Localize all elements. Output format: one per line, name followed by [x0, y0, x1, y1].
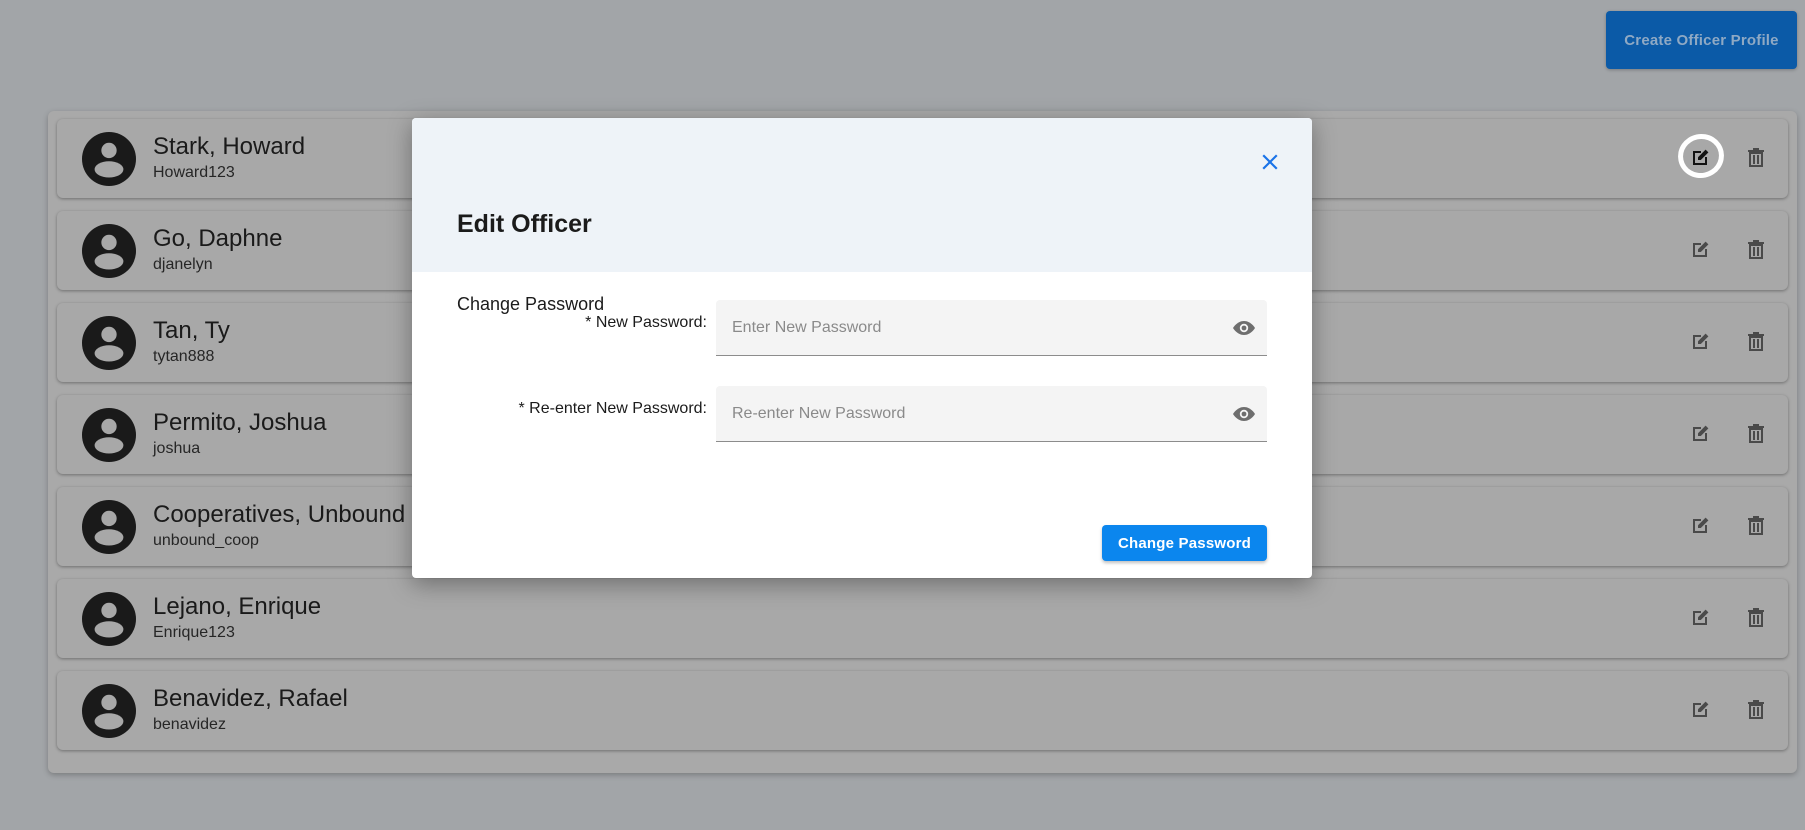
officer-name: Go, Daphne	[153, 225, 283, 252]
trash-icon[interactable]	[1744, 330, 1768, 354]
modal-title: Edit Officer	[457, 210, 592, 238]
new-password-input[interactable]	[716, 300, 1267, 355]
officer-name: Lejano, Enrique	[153, 593, 322, 620]
eye-icon[interactable]	[1232, 402, 1256, 426]
trash-icon[interactable]	[1744, 422, 1768, 446]
account-circle-icon	[82, 408, 136, 462]
eye-icon[interactable]	[1232, 316, 1256, 340]
trash-icon[interactable]	[1744, 514, 1768, 538]
account-circle-icon	[82, 224, 136, 278]
edit-icon[interactable]	[1688, 606, 1712, 630]
create-officer-profile-button[interactable]: Create Officer Profile	[1606, 11, 1797, 69]
officer-username: Enrique123	[153, 624, 235, 641]
officer-row: Lejano, Enrique Enrique123	[57, 579, 1788, 658]
new-password-field	[716, 300, 1267, 356]
officer-name: Permito, Joshua	[153, 409, 327, 436]
account-circle-icon	[82, 132, 136, 186]
officer-name: Benavidez, Rafael	[153, 685, 348, 712]
officer-username: djanelyn	[153, 256, 213, 273]
trash-icon[interactable]	[1744, 606, 1768, 630]
edit-icon[interactable]	[1688, 514, 1712, 538]
officer-name: Cooperatives, Unbound	[153, 501, 406, 528]
edit-icon[interactable]	[1688, 698, 1712, 722]
officer-username: benavidez	[153, 716, 226, 733]
officer-username: joshua	[153, 440, 201, 457]
close-button[interactable]	[1258, 150, 1282, 174]
account-circle-icon	[82, 684, 136, 738]
reenter-password-label: * Re-enter New Password:	[518, 400, 707, 417]
edit-icon[interactable]	[1688, 330, 1712, 354]
reenter-password-input[interactable]	[716, 386, 1267, 441]
officer-name: Stark, Howard	[153, 133, 306, 160]
account-circle-icon	[82, 592, 136, 646]
officer-name: Tan, Ty	[153, 317, 230, 344]
officer-username: Howard123	[153, 164, 235, 181]
trash-icon[interactable]	[1744, 238, 1768, 262]
reenter-password-field	[716, 386, 1267, 442]
edit-officer-modal: Edit Officer Change Password * New Passw…	[412, 118, 1312, 578]
officer-row: Benavidez, Rafael benavidez	[57, 671, 1788, 750]
new-password-label: * New Password:	[585, 314, 707, 331]
edit-icon[interactable]	[1688, 422, 1712, 446]
officer-username: tytan888	[153, 348, 215, 365]
trash-icon[interactable]	[1744, 146, 1768, 170]
account-circle-icon	[82, 500, 136, 554]
trash-icon[interactable]	[1744, 698, 1768, 722]
officer-username: unbound_coop	[153, 532, 259, 549]
edit-icon[interactable]	[1688, 238, 1712, 262]
section-title: Change Password	[457, 294, 605, 314]
edit-icon[interactable]	[1673, 129, 1729, 183]
change-password-button[interactable]: Change Password	[1102, 525, 1267, 561]
modal-header: Edit Officer	[412, 118, 1312, 272]
close-icon	[1262, 154, 1278, 170]
account-circle-icon	[82, 316, 136, 370]
